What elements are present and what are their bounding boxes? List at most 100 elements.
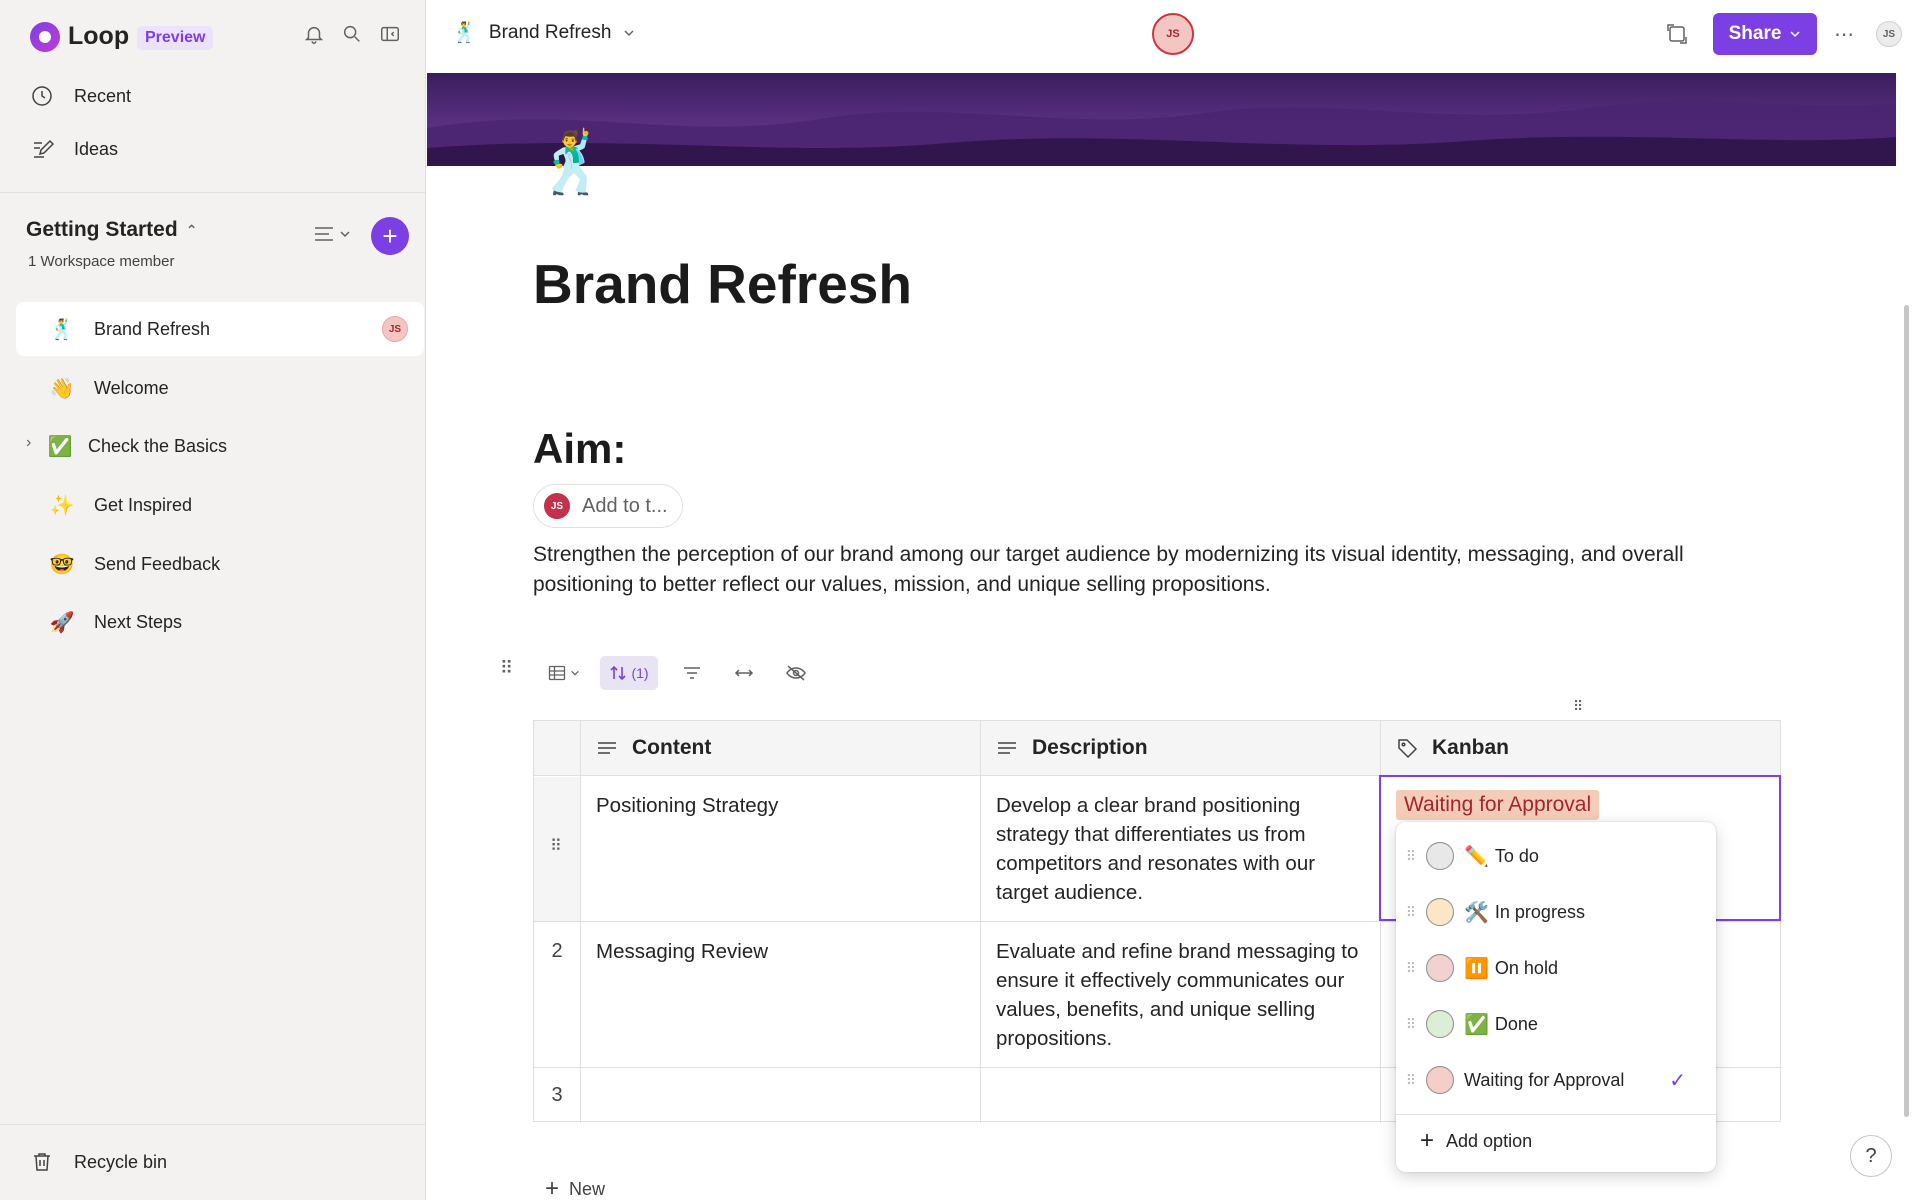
status-badge[interactable]: Waiting for Approval — [1396, 790, 1600, 820]
table-cell-content[interactable]: Positioning Strategy — [596, 791, 966, 820]
nav-ideas[interactable]: Ideas — [30, 129, 118, 169]
add-to-button[interactable]: JS Add to t... — [533, 484, 683, 528]
aim-description[interactable]: Strengthen the perception of our brand a… — [533, 540, 1733, 600]
expand-collapse-icon: ⌃ — [185, 221, 198, 238]
sidebar-item-welcome[interactable]: 👋 Welcome — [16, 361, 424, 415]
option-to-do[interactable]: ⠿ ✏️ To do — [1396, 828, 1716, 884]
sidebar: Loop Preview Recent Ideas Getting Starte… — [0, 0, 426, 1200]
drag-handle-icon[interactable]: ⠿ — [1396, 904, 1426, 921]
color-swatch[interactable] — [1426, 898, 1454, 926]
column-drag-icon[interactable]: ⠿ — [1573, 698, 1583, 715]
sidebar-item-label: Get Inspired — [94, 494, 193, 515]
eye-off-icon — [786, 665, 806, 681]
check-mark-icon: ✅ — [47, 435, 73, 458]
page-emoji-icon[interactable]: 🕺 — [535, 125, 610, 201]
sidebar-item-send-feedback[interactable]: 🤓 Send Feedback — [16, 537, 424, 591]
user-avatar[interactable]: JS — [1876, 21, 1902, 47]
rocket-icon: 🚀 — [49, 611, 75, 634]
add-page-button[interactable]: + — [371, 217, 409, 255]
column-header-kanban[interactable]: Kanban — [1380, 721, 1780, 776]
workspace-title-label: Getting Started — [26, 218, 178, 241]
workspace-title[interactable]: Getting Started ⌃ — [26, 218, 197, 242]
chevron-down-icon — [1790, 31, 1800, 38]
list-icon — [315, 227, 333, 241]
new-row-button[interactable]: + New — [545, 1175, 605, 1200]
clock-icon — [32, 86, 52, 106]
option-in-progress[interactable]: ⠿ 🛠️ In progress — [1396, 884, 1716, 940]
search-icon[interactable] — [338, 20, 366, 48]
cover-banner — [427, 73, 1896, 166]
option-on-hold[interactable]: ⠿ ⏸️ On hold — [1396, 940, 1716, 996]
nav-ideas-label: Ideas — [74, 138, 119, 159]
option-label: In progress — [1494, 901, 1585, 922]
color-swatch[interactable] — [1426, 954, 1454, 982]
table-cell-content[interactable]: Messaging Review — [596, 937, 966, 966]
dancer-icon: 🕺 — [452, 22, 477, 44]
sidebar-item-check-the-basics[interactable]: › ✅ Check the Basics — [16, 419, 424, 473]
sort-button[interactable]: (1) — [600, 656, 658, 690]
table-cell-description[interactable]: Evaluate and refine brand messaging to e… — [996, 937, 1366, 1053]
table-cell-description[interactable]: Develop a clear brand positioning strate… — [996, 791, 1366, 907]
add-option-button[interactable]: + Add option — [1420, 1127, 1532, 1155]
page-title[interactable]: Brand Refresh — [533, 252, 912, 316]
more-options-icon[interactable]: ⋯ — [1830, 20, 1858, 48]
color-swatch[interactable] — [1426, 842, 1454, 870]
option-done[interactable]: ⠿ ✅ Done — [1396, 996, 1716, 1052]
share-button[interactable]: Share — [1713, 13, 1817, 55]
trash-icon — [34, 1153, 50, 1171]
collapse-sidebar-icon[interactable] — [376, 20, 404, 48]
sidebar-item-brand-refresh[interactable]: 🕺 Brand Refresh JS — [16, 302, 424, 356]
row-number: 3 — [551, 1084, 563, 1106]
chevron-down-icon — [571, 670, 579, 676]
sort-icon — [610, 665, 627, 681]
column-header-label: Description — [1032, 736, 1148, 759]
color-swatch[interactable] — [1426, 1066, 1454, 1094]
loop-logo-icon — [30, 22, 60, 52]
sidebar-item-get-inspired[interactable]: ✨ Get Inspired — [16, 478, 424, 532]
drag-handle-icon[interactable]: ⠿ — [500, 658, 513, 679]
hide-columns-button[interactable] — [782, 656, 810, 690]
sidebar-item-next-steps[interactable]: 🚀 Next Steps — [16, 595, 424, 649]
recycle-bin-button[interactable]: Recycle bin — [30, 1142, 167, 1182]
column-divider — [980, 721, 981, 1123]
nav-recent[interactable]: Recent — [30, 76, 131, 116]
sidebar-item-label: Welcome — [94, 377, 169, 398]
view-options-button[interactable] — [313, 224, 351, 244]
column-width-button[interactable] — [730, 656, 758, 690]
bell-icon[interactable] — [300, 20, 328, 48]
filter-icon — [684, 667, 700, 679]
column-header-label: Kanban — [1432, 736, 1510, 759]
app-name: Loop — [68, 22, 130, 50]
color-swatch[interactable] — [1426, 1010, 1454, 1038]
add-to-label: Add to t... — [582, 494, 668, 517]
filter-button[interactable] — [678, 656, 706, 690]
drag-handle-icon[interactable]: ⠿ — [1396, 1072, 1426, 1089]
row-number-header — [534, 721, 580, 776]
table-view-button[interactable] — [544, 656, 584, 690]
sidebar-item-label: Check the Basics — [88, 435, 228, 456]
focus-mode-icon[interactable] — [1663, 20, 1691, 48]
table-icon — [548, 665, 566, 681]
help-button[interactable]: ? — [1850, 1135, 1892, 1177]
drag-handle-icon[interactable]: ⠿ — [1396, 1016, 1426, 1033]
drag-handle-icon[interactable]: ⠿ — [1396, 960, 1426, 977]
drag-handle-icon[interactable]: ⠿ — [1396, 848, 1426, 865]
option-label: To do — [1494, 845, 1539, 866]
presence-avatar[interactable]: JS — [1152, 13, 1194, 55]
chevron-down-icon — [624, 29, 634, 36]
row-number: 2 — [551, 940, 563, 962]
option-waiting-for-approval[interactable]: ⠿ Waiting for Approval ✓ — [1396, 1052, 1716, 1108]
tools-icon: 🛠️ — [1464, 901, 1489, 924]
status-dropdown: ⠿ ✏️ To do ⠿ 🛠️ In progress ⠿ ⏸️ On hold… — [1396, 822, 1716, 1172]
option-label: On hold — [1494, 957, 1558, 978]
column-header-description[interactable]: Description — [980, 721, 1380, 776]
chevron-right-icon[interactable]: › — [26, 434, 31, 452]
column-header-content[interactable]: Content — [580, 721, 980, 776]
avatar: JS — [544, 493, 570, 519]
scrollbar[interactable] — [1904, 305, 1909, 1117]
wave-icon: 👋 — [49, 377, 75, 400]
row-drag-handle-icon[interactable]: ⠿ — [550, 836, 562, 856]
aim-heading[interactable]: Aim: — [533, 425, 626, 473]
dancer-icon: 🕺 — [49, 318, 75, 341]
breadcrumb[interactable]: 🕺 Brand Refresh — [452, 20, 635, 45]
